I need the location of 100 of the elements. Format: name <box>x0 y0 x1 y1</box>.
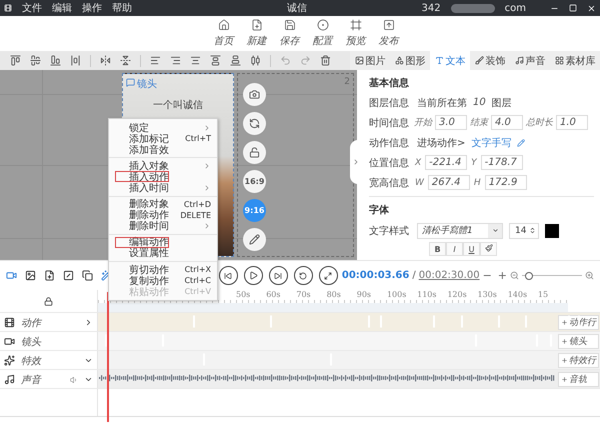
menu-item[interactable]: 锁定 <box>109 122 217 134</box>
panel-tab[interactable]: 图形 <box>390 51 430 70</box>
add-track-button[interactable]: 镜头 <box>558 334 599 349</box>
toolbar-button[interactable]: 配置 <box>310 19 336 48</box>
round-button[interactable] <box>243 83 266 106</box>
add-track-button[interactable]: 特效行 <box>558 353 599 368</box>
close-icon[interactable] <box>587 4 596 12</box>
image-icon[interactable] <box>25 270 36 281</box>
circle-dot-icon <box>316 19 328 31</box>
flip-icon[interactable] <box>120 55 131 66</box>
zoom-out-icon[interactable] <box>510 271 519 280</box>
copy-icon[interactable] <box>82 270 93 281</box>
panel-tab[interactable]: 图片 <box>350 51 390 70</box>
input-field[interactable]: 1.0 <box>556 115 588 130</box>
align-icon[interactable] <box>170 55 181 66</box>
color-swatch[interactable] <box>545 224 559 238</box>
input-field[interactable]: 3.0 <box>435 115 467 130</box>
style-button[interactable]: I <box>446 242 463 256</box>
align-icon[interactable] <box>30 55 41 66</box>
ratio-button[interactable]: 16:9 <box>243 170 266 193</box>
input-field[interactable]: -221.4 <box>425 155 468 170</box>
style-button[interactable]: B <box>429 242 446 256</box>
size-spinner[interactable]: 14 <box>509 222 539 238</box>
round-button[interactable] <box>243 141 266 164</box>
input-field[interactable]: 4.0 <box>491 115 523 130</box>
panel-tab[interactable]: 声音 <box>510 51 550 70</box>
menu-item[interactable]: 剪切动作 Ctrl+X <box>109 264 217 276</box>
menu-item[interactable]: 插入对象 <box>109 160 217 172</box>
menu-item[interactable]: 设置属性 <box>109 248 217 260</box>
redaction-blur <box>450 4 495 12</box>
caret-icon <box>492 227 498 234</box>
align-icon[interactable] <box>210 55 221 66</box>
add-file-icon[interactable] <box>44 270 55 281</box>
menu-item[interactable]: 文件 <box>22 1 42 15</box>
toolbar-button[interactable]: 预览 <box>342 19 368 48</box>
zoom-out-button[interactable]: − <box>480 269 495 282</box>
field-label: 开始 <box>414 117 432 129</box>
input-field[interactable]: -178.7 <box>480 155 523 170</box>
toolbar-button[interactable]: 新建 <box>244 19 270 48</box>
slash-icon[interactable] <box>63 270 74 281</box>
video-icon[interactable] <box>6 270 17 281</box>
current-time: 00:00:03.66 <box>342 270 410 281</box>
zoom-in-button[interactable]: + <box>494 269 510 282</box>
input-field[interactable]: 267.4 <box>428 175 470 190</box>
align-icon[interactable] <box>10 55 21 66</box>
lock-icon[interactable] <box>44 296 53 306</box>
replay-button[interactable] <box>294 266 313 285</box>
menu-item[interactable]: 操作 <box>82 1 102 15</box>
style-button[interactable]: U <box>463 242 480 256</box>
toolbar-button[interactable]: 保存 <box>276 19 302 48</box>
menu-item[interactable]: 删除对象 Ctrl+D <box>109 198 217 210</box>
ruler-label: 100s <box>386 290 408 301</box>
input-field[interactable]: 172.9 <box>484 175 527 190</box>
menu-item[interactable]: 编辑 <box>52 1 72 15</box>
align-icon[interactable] <box>190 55 201 66</box>
ruler-label: 130s <box>478 290 498 301</box>
align-icon[interactable] <box>70 55 81 66</box>
file-plus-icon <box>250 19 262 31</box>
field-label: X <box>415 158 422 168</box>
align-icon[interactable] <box>250 55 261 66</box>
menu-item[interactable]: 删除动作 DELETE <box>109 210 217 221</box>
trash-icon[interactable] <box>320 55 331 66</box>
menu-item[interactable]: 复制动作 Ctrl+C <box>109 275 217 286</box>
round-button[interactable] <box>243 228 266 251</box>
effect-link[interactable]: 文字手写 <box>471 136 512 150</box>
menu-item[interactable]: 添加标记 Ctrl+T <box>109 133 217 144</box>
panel-tab[interactable]: 素材库 <box>550 51 600 70</box>
toolbar-button[interactable]: 首页 <box>210 19 236 48</box>
maximize-icon[interactable] <box>569 4 577 12</box>
menu-item[interactable]: 删除时间 <box>109 220 217 232</box>
speaker-icon[interactable] <box>70 376 78 384</box>
panel-tab[interactable]: 文本 <box>430 51 470 70</box>
add-track-button[interactable]: 音轨 <box>558 372 599 387</box>
menu-item[interactable]: 添加音效 <box>109 144 217 156</box>
action-entry[interactable]: 进场动作> <box>417 136 466 150</box>
align-icon[interactable] <box>50 55 61 66</box>
previous-button[interactable] <box>218 266 238 285</box>
zoom-in-icon[interactable] <box>585 271 594 280</box>
play-button[interactable] <box>244 266 263 285</box>
next-button[interactable] <box>268 266 288 285</box>
pencil-icon[interactable] <box>517 138 526 146</box>
brush-button[interactable] <box>480 242 497 256</box>
panel-tab[interactable]: 装饰 <box>470 51 510 70</box>
align-icon[interactable] <box>230 55 241 66</box>
chevron-icon[interactable] <box>84 318 93 327</box>
chevron-icon[interactable] <box>84 356 93 365</box>
round-button[interactable] <box>243 112 266 135</box>
menu-item[interactable]: 帮助 <box>112 1 132 15</box>
align-icon[interactable] <box>150 55 161 66</box>
plus-icon <box>561 319 568 326</box>
chevron-icon[interactable] <box>84 375 93 384</box>
property-label: 时间信息 <box>369 116 410 130</box>
menu-item[interactable]: 插入时间 <box>109 182 217 194</box>
font-select[interactable]: 清松手寫體1 <box>417 222 503 238</box>
chevron-icon <box>352 158 360 166</box>
flip-icon[interactable] <box>100 55 111 66</box>
slider-thumb[interactable] <box>525 272 533 280</box>
fullscreen-button[interactable] <box>318 266 338 285</box>
menu-item[interactable]: 插入动作 <box>115 171 169 182</box>
toolbar-button[interactable]: 发布 <box>376 19 402 48</box>
